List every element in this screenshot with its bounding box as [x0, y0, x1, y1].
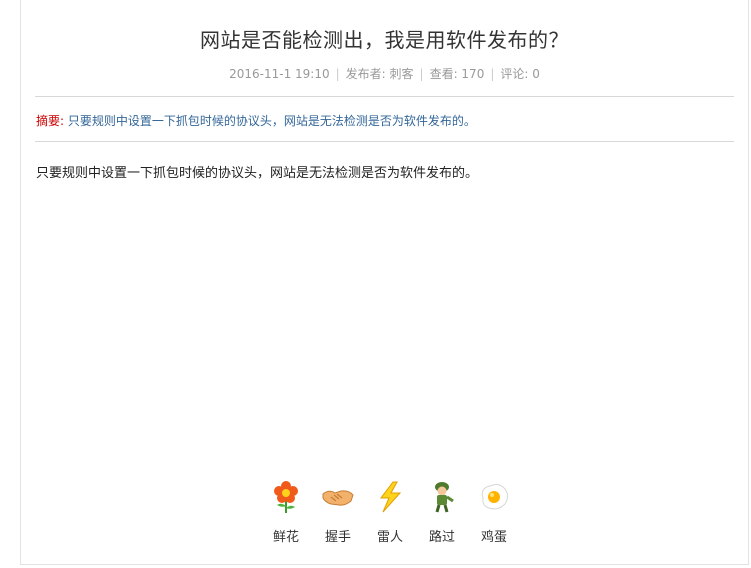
reaction-passby-button[interactable]: 路过	[416, 480, 468, 545]
reaction-label: 鲜花	[272, 530, 299, 545]
reaction-flower-button[interactable]: 鲜花	[260, 480, 312, 545]
reaction-label: 雷人	[376, 530, 403, 545]
lightning-icon	[380, 481, 402, 513]
divider	[35, 141, 734, 142]
divider	[35, 96, 734, 97]
reaction-lightning-button[interactable]: 雷人	[364, 480, 416, 545]
flower-icon	[274, 481, 298, 513]
post-date: 2016-11-1 19:10	[229, 67, 330, 81]
summary-text: 只要规则中设置一下抓包时候的协议头，网站是无法检测是否为软件发布的。	[67, 114, 476, 128]
view-count: 查看: 170	[429, 67, 485, 81]
article-meta: 2016-11-1 19:10 | 发布者: 刺客 | 查看: 170 | 评论: 0	[229, 67, 540, 81]
reaction-label: 鸡蛋	[480, 530, 507, 545]
article-summary: 摘要: 只要规则中设置一下抓包时候的协议头，网站是无法检测是否为软件发布的。	[36, 112, 476, 129]
soldier-icon	[435, 482, 454, 513]
article-panel: 网站是否能检测出，我是用软件发布的？ 2016-11-1 19:10 | 发布者: …	[20, 0, 749, 565]
article-title: 网站是否能检测出，我是用软件发布的？	[200, 28, 569, 52]
post-author[interactable]: 发布者: 刺客	[346, 67, 414, 81]
article-body: 只要规则中设置一下抓包时候的协议头，网站是无法检测是否为软件发布的。	[36, 166, 479, 181]
reaction-handshake-button[interactable]: 握手	[312, 480, 364, 545]
summary-label: 摘要:	[36, 114, 65, 128]
comment-count[interactable]: 评论: 0	[500, 67, 540, 81]
reaction-label: 路过	[428, 530, 455, 545]
reaction-label: 握手	[324, 530, 351, 545]
reaction-bar: 鲜花 握手 雷人 路过 鸡蛋	[260, 480, 520, 545]
handshake-icon	[322, 490, 354, 506]
reaction-egg-button[interactable]: 鸡蛋	[468, 480, 520, 545]
egg-icon	[481, 484, 508, 510]
